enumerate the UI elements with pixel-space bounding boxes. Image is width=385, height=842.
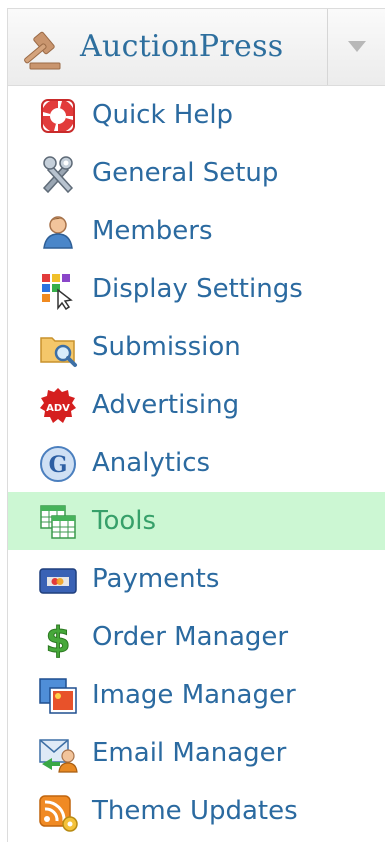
menu-item-label: Theme Updates	[92, 796, 298, 826]
folder-search-icon	[38, 328, 78, 368]
menu-item-display-settings[interactable]: Display Settings	[8, 260, 385, 318]
menu-item-image-manager[interactable]: Image Manager	[8, 666, 385, 724]
menu-item-label: Submission	[92, 332, 241, 362]
app-title: AuctionPress	[80, 29, 284, 64]
menu-item-label: Quick Help	[92, 100, 234, 130]
menu-item-quick-help[interactable]: Quick Help	[8, 86, 385, 144]
email-user-icon	[38, 734, 78, 774]
auctionpress-menu: AuctionPress Quick Help General Setup Me…	[0, 0, 385, 842]
svg-text:G: G	[49, 452, 68, 478]
svg-text:$: $	[45, 620, 70, 658]
adv-badge-icon: ADV	[38, 386, 78, 426]
tools-icon	[38, 154, 78, 194]
chevron-down-icon	[347, 38, 367, 57]
menu-item-label: Display Settings	[92, 274, 303, 304]
spreadsheet-icon	[38, 502, 78, 542]
layout-icon	[38, 270, 78, 311]
menu-toggle-button[interactable]	[328, 9, 385, 85]
menu-item-email-manager[interactable]: Email Manager	[8, 724, 385, 782]
menu-item-label: Image Manager	[92, 680, 296, 710]
dollar-icon: $	[38, 618, 78, 662]
menu-item-members[interactable]: Members	[8, 202, 385, 260]
menu-item-submission[interactable]: Submission	[8, 318, 385, 376]
menu-item-label: General Setup	[92, 158, 279, 188]
menu-item-theme-updates[interactable]: Theme Updates	[8, 782, 385, 840]
menu-item-label: Email Manager	[92, 738, 287, 768]
image-icon	[38, 676, 78, 716]
user-icon	[38, 212, 78, 252]
menu-item-label: Tools	[92, 506, 157, 536]
lifebuoy-icon	[38, 96, 78, 136]
credit-card-icon	[38, 560, 78, 600]
menu-item-label: Order Manager	[92, 622, 289, 652]
menu-item-payments[interactable]: Payments	[8, 550, 385, 608]
menu-item-label: Members	[92, 216, 213, 246]
menu-list: Quick Help General Setup Members Display…	[7, 86, 385, 842]
gavel-icon	[20, 31, 64, 71]
menu-item-tools[interactable]: Tools	[8, 492, 385, 550]
menu-header: AuctionPress	[7, 8, 385, 86]
svg-text:ADV: ADV	[46, 403, 70, 414]
menu-item-label: Advertising	[92, 390, 240, 420]
menu-item-advertising[interactable]: ADV Advertising	[8, 376, 385, 434]
menu-title-button[interactable]: AuctionPress	[8, 9, 328, 85]
menu-item-label: Analytics	[92, 448, 211, 478]
menu-item-general-setup[interactable]: General Setup	[8, 144, 385, 202]
menu-item-order-manager[interactable]: $ Order Manager	[8, 608, 385, 666]
google-icon: G	[38, 444, 78, 484]
menu-item-label: Payments	[92, 564, 220, 594]
rss-icon	[38, 792, 78, 832]
menu-item-analytics[interactable]: G Analytics	[8, 434, 385, 492]
